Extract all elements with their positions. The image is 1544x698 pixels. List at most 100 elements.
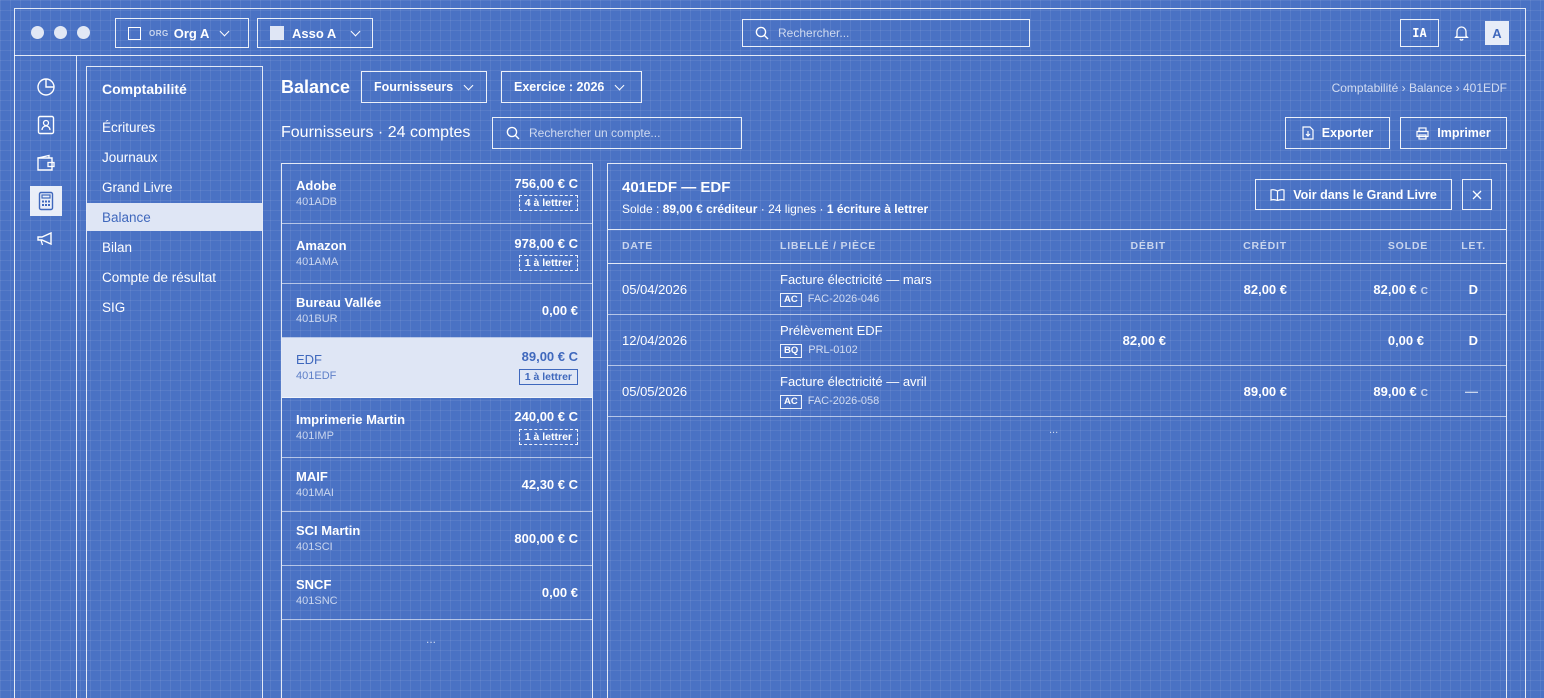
print-button[interactable]: Imprimer	[1400, 117, 1507, 149]
account-item[interactable]: MAIF 401MAI 42,30 € C	[282, 458, 592, 512]
asso-name: Asso A	[292, 25, 337, 41]
window-minimize-dot[interactable]	[54, 26, 67, 39]
avatar[interactable]: A	[1485, 21, 1509, 45]
account-name: SNCF	[296, 577, 332, 592]
filter-year-value: Exercice : 2026	[514, 80, 605, 94]
table-row[interactable]: 05/04/2026 Facture électricité — mars AC…	[608, 264, 1506, 315]
account-amount: 42,30 € C	[521, 477, 578, 492]
account-item[interactable]: Adobe 401ADB 756,00 € C 4 à lettrer	[282, 164, 592, 224]
print-label: Imprimer	[1437, 126, 1491, 140]
account-amount: 240,00 € C	[514, 409, 578, 424]
col-credit: CRÉDIT	[1243, 240, 1287, 252]
nav-title: Comptabilité	[102, 81, 187, 97]
account-code: 401SCI	[296, 541, 333, 553]
calculator-icon	[38, 191, 54, 211]
search-icon	[506, 126, 520, 140]
account-item[interactable]: Bureau Vallée 401BUR 0,00 €	[282, 284, 592, 338]
solde-sign: C	[1420, 286, 1428, 297]
rail-contacts[interactable]	[30, 110, 62, 140]
row-label: Facture électricité — avril	[780, 374, 927, 389]
row-date: 12/04/2026	[622, 333, 688, 348]
journal-tag: AC	[780, 293, 802, 307]
rail-divider	[76, 56, 77, 698]
piece-ref: PRL-0102	[808, 344, 858, 356]
journal-tag: AC	[780, 395, 802, 409]
topbar-divider	[14, 55, 1526, 56]
row-credit: 89,00 €	[1243, 384, 1287, 399]
nav-item-sig[interactable]: SIG	[87, 293, 262, 321]
org-selector[interactable]: ORG Org A	[115, 18, 249, 48]
account-item[interactable]: SCI Martin 401SCI 800,00 € C	[282, 512, 592, 566]
col-date: DATE	[622, 240, 654, 252]
contact-card-icon	[37, 115, 55, 135]
row-solde: 0,00 €	[1388, 333, 1428, 348]
account-amount: 800,00 € C	[514, 531, 578, 546]
account-code: 401AMA	[296, 256, 339, 268]
rail-dashboard[interactable]	[30, 72, 62, 102]
view-grand-livre-button[interactable]: Voir dans le Grand Livre	[1255, 179, 1452, 210]
account-name: Adobe	[296, 178, 337, 193]
account-item[interactable]: SNCF 401SNC 0,00 €	[282, 566, 592, 620]
bell-icon[interactable]	[1453, 24, 1470, 41]
row-date: 05/05/2026	[622, 384, 688, 399]
row-piece: AC FAC-2026-058	[780, 392, 879, 409]
close-icon	[1472, 190, 1482, 199]
window-maximize-dot[interactable]	[77, 26, 90, 39]
account-search[interactable]: Rechercher un compte...	[492, 117, 742, 149]
table-row[interactable]: 05/05/2026 Facture électricité — avril A…	[608, 366, 1506, 417]
account-item[interactable]: Imprimerie Martin 401IMP 240,00 € C 1 à …	[282, 398, 592, 458]
account-item-selected[interactable]: EDF 401EDF 89,00 € C 1 à lettrer	[282, 338, 592, 398]
breadcrumb[interactable]: Comptabilité › Balance › 401EDF	[1332, 81, 1507, 95]
rail-accounting[interactable]	[30, 186, 62, 216]
to-letter-count: 1 écriture à lettrer	[826, 202, 929, 216]
account-list-more: ...	[426, 632, 437, 646]
global-search[interactable]: Rechercher...	[742, 19, 1030, 47]
org-icon	[128, 26, 141, 40]
nav-item-bilan[interactable]: Bilan	[87, 233, 262, 261]
filter-year-select[interactable]: Exercice : 2026	[501, 71, 642, 103]
row-credit: 82,00 €	[1243, 282, 1287, 297]
chevron-down-icon	[219, 26, 230, 36]
ai-button[interactable]: IA	[1400, 19, 1439, 47]
chevron-down-icon	[463, 80, 474, 90]
account-code: 401IMP	[296, 430, 334, 442]
account-name: Imprimerie Martin	[296, 412, 406, 427]
rail-wallet[interactable]	[30, 148, 62, 178]
piece-ref: FAC-2026-046	[807, 293, 880, 305]
filter-type-select[interactable]: Fournisseurs	[361, 71, 487, 103]
table-more: ...	[1049, 424, 1059, 436]
table-row[interactable]: 12/04/2026 Prélèvement EDF BQ PRL-0102 82…	[608, 315, 1506, 366]
col-let: LET.	[1461, 240, 1486, 252]
filter-type-value: Fournisseurs	[374, 80, 454, 94]
solde-label: Solde :	[622, 202, 660, 216]
window-close-dot[interactable]	[31, 26, 44, 39]
nav-item-compte-resultat[interactable]: Compte de résultat	[87, 263, 262, 291]
col-label: LIBELLÉ / PIÈCE	[780, 240, 877, 252]
account-search-input[interactable]: Rechercher un compte...	[529, 126, 660, 140]
export-button[interactable]: Exporter	[1285, 117, 1390, 149]
chevron-down-icon	[350, 26, 361, 36]
row-let: D	[1468, 333, 1478, 348]
wallet-icon	[37, 154, 55, 171]
row-let: —	[1465, 384, 1478, 399]
nav-item-balance[interactable]: Balance	[87, 203, 262, 231]
book-icon	[1270, 188, 1285, 201]
account-code: 401ADB	[296, 196, 337, 208]
asso-selector[interactable]: Asso A	[257, 18, 373, 48]
solde-value: 89,00 € créditeur	[662, 202, 758, 216]
row-let: D	[1468, 282, 1478, 297]
rail-communication[interactable]	[30, 224, 62, 254]
account-amount: 978,00 € C	[514, 236, 578, 251]
search-icon	[755, 26, 769, 40]
account-item[interactable]: Amazon 401AMA 978,00 € C 1 à lettrer	[282, 224, 592, 284]
close-button[interactable]	[1462, 179, 1492, 210]
nav-item-ecritures[interactable]: Écritures	[87, 113, 262, 141]
detail-title: 401EDF — EDF	[622, 179, 731, 196]
nav-item-grand-livre[interactable]: Grand Livre	[87, 173, 262, 201]
global-search-input[interactable]: Rechercher...	[778, 26, 849, 40]
account-name: EDF	[296, 352, 322, 367]
nav-item-journaux[interactable]: Journaux	[87, 143, 262, 171]
solde-amount: 0,00 €	[1387, 333, 1424, 348]
account-amount: 0,00 €	[541, 303, 578, 318]
org-prefix: ORG	[149, 28, 169, 38]
